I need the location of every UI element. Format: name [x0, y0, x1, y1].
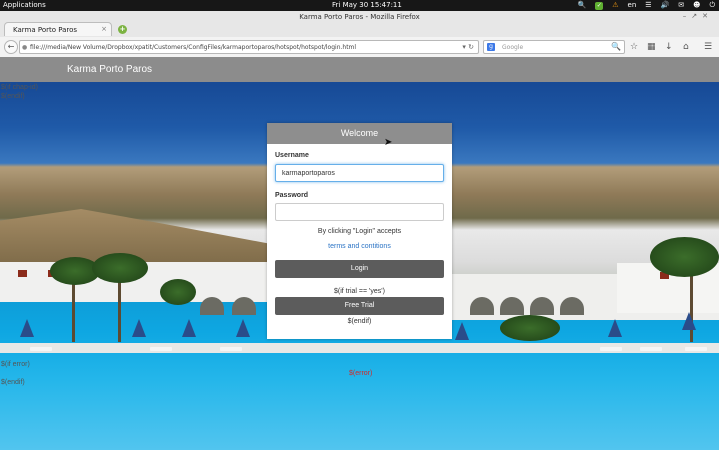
menu-icon[interactable]: ☰ — [704, 42, 712, 52]
login-button[interactable]: Login — [275, 260, 444, 278]
arch-decor — [560, 297, 584, 315]
back-button[interactable]: ← — [4, 40, 18, 54]
magnifier-icon[interactable]: 🔍 — [611, 42, 621, 51]
free-trial-button[interactable]: Free Trial — [275, 297, 444, 315]
network-icon[interactable]: ☰ — [645, 0, 651, 11]
palm-tree — [92, 253, 148, 283]
template-if-trial: $(if trial == 'yes') — [334, 288, 385, 295]
login-card: Welcome Username Password By clicking "L… — [267, 123, 452, 339]
download-icon[interactable]: ↓ — [665, 42, 673, 52]
site-header: Karma Porto Paros — [0, 57, 719, 82]
template-if-chap-id: $(if chap-id) — [1, 84, 38, 91]
restore-icon[interactable]: ↗ — [691, 12, 702, 20]
home-icon[interactable]: ⌂ — [683, 42, 689, 52]
minimize-icon[interactable]: – — [683, 12, 692, 20]
arch-decor — [530, 297, 554, 315]
update-icon[interactable]: ✓ — [595, 1, 604, 10]
umbrella — [455, 322, 469, 340]
arch-decor — [232, 297, 256, 315]
navigation-toolbar: ← ● file:///media/New Volume/Dropbox/xpa… — [0, 37, 719, 57]
bookmark-star-icon[interactable]: ☆ — [630, 42, 638, 52]
mouse-cursor-icon: ➤ — [384, 137, 393, 148]
browser-tab[interactable]: Karma Porto Paros × — [4, 22, 112, 36]
system-tray: 🔍 ✓ ⚠ en ☰ 🔊 ✉ ☻ ⏻ — [578, 0, 715, 11]
search-icon[interactable]: 🔍 — [578, 0, 587, 11]
search-placeholder: Google — [502, 44, 524, 51]
password-label: Password — [275, 192, 309, 199]
captive-portal-page: Karma Porto Paros $(if chap-id) $(endif)… — [0, 57, 719, 450]
close-icon[interactable]: ✕ — [702, 12, 713, 20]
address-bar[interactable]: ● file:///media/New Volume/Dropbox/xpati… — [19, 40, 479, 54]
umbrella — [608, 319, 622, 337]
template-endif-trial: $(endif) — [347, 318, 372, 325]
password-input[interactable] — [275, 203, 444, 221]
umbrella — [20, 319, 34, 337]
error-message: $(error) — [349, 370, 373, 377]
template-endif: $(endif) — [1, 93, 25, 100]
arch-decor — [200, 297, 224, 315]
arch-decor — [470, 297, 494, 315]
reload-icon[interactable]: ▾ ↻ — [462, 43, 474, 51]
google-icon[interactable]: g — [487, 43, 495, 51]
palm-tree — [650, 237, 719, 277]
window-title: Karma Porto Paros - Mozilla Firefox — [299, 13, 420, 21]
brand-name: Karma Porto Paros — [67, 64, 153, 75]
tab-title: Karma Porto Paros — [13, 26, 78, 34]
warning-icon[interactable]: ⚠ — [612, 0, 618, 11]
shrub — [500, 315, 560, 341]
umbrella — [182, 319, 196, 337]
username-label: Username — [275, 152, 309, 159]
username-input[interactable] — [275, 164, 444, 182]
system-top-bar: Applications Fri May 30 15:47:11 🔍 ✓ ⚠ e… — [0, 0, 719, 11]
keyboard-layout-indicator[interactable]: en — [628, 0, 637, 11]
sun-lounger — [640, 347, 662, 351]
umbrella — [236, 319, 250, 337]
browser-chrome: Karma Porto Paros - Mozilla Firefox –↗✕ … — [0, 11, 719, 57]
applications-menu[interactable]: Applications — [3, 1, 46, 9]
login-heading: Welcome — [267, 123, 452, 144]
tab-close-icon[interactable]: × — [101, 25, 107, 33]
bookmarks-menu-icon[interactable]: ▦ — [647, 42, 656, 52]
address-url: file:///media/New Volume/Dropbox/xpatit/… — [30, 44, 357, 51]
template-if-error: $(if error) — [1, 361, 30, 368]
sun-lounger — [30, 347, 52, 351]
search-bar[interactable]: g Google 🔍 — [483, 40, 625, 54]
window-controls: –↗✕ — [683, 12, 713, 20]
mail-icon[interactable]: ✉ — [678, 0, 684, 11]
umbrella — [132, 319, 146, 337]
terms-accept-text: By clicking "Login" accepts — [317, 228, 402, 235]
sun-lounger — [220, 347, 242, 351]
terms-link[interactable]: terms and contitions — [328, 243, 391, 250]
new-tab-icon[interactable]: + — [118, 25, 127, 34]
sun-lounger — [685, 347, 707, 351]
palm-tree — [160, 279, 196, 305]
power-icon[interactable]: ⏻ — [709, 0, 715, 11]
arrow-left-icon: ← — [7, 42, 15, 51]
sun-lounger — [600, 347, 622, 351]
window-decor — [18, 270, 27, 277]
volume-icon[interactable]: 🔊 — [661, 0, 670, 11]
sun-lounger — [150, 347, 172, 351]
arch-decor — [500, 297, 524, 315]
system-clock[interactable]: Fri May 30 15:47:11 — [332, 1, 402, 9]
globe-icon: ● — [22, 44, 28, 51]
user-icon[interactable]: ☻ — [693, 0, 700, 11]
template-endif-error: $(endif) — [1, 379, 25, 386]
